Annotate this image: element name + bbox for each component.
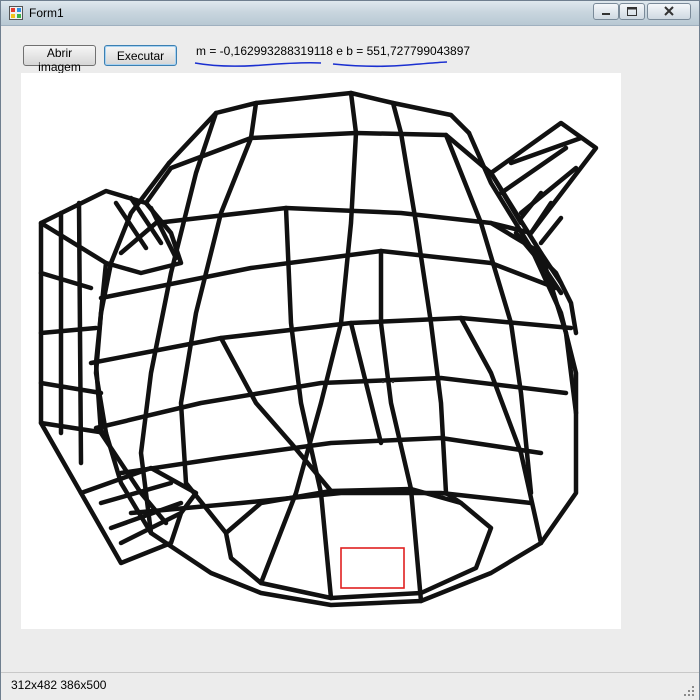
- highlight-rectangle: [340, 547, 405, 589]
- open-image-button[interactable]: Abrir imagem: [23, 45, 96, 74]
- window-title: Form1: [29, 6, 64, 20]
- close-icon: [664, 6, 674, 16]
- app-icon: [9, 6, 23, 20]
- result-label: m = -0,162993288319118 e b = 551,7277990…: [196, 44, 470, 58]
- title-bar[interactable]: Form1: [1, 1, 699, 26]
- status-bar: 312x482 386x500: [1, 672, 699, 700]
- minimize-icon: [602, 13, 610, 15]
- picture-box: [21, 73, 621, 629]
- form-client-area: Abrir imagem Executar m = -0,16299328831…: [5, 27, 695, 671]
- maximize-icon: [627, 7, 637, 16]
- slope-value: m = -0,162993288319118: [196, 44, 333, 58]
- resize-grip-icon[interactable]: [683, 685, 695, 697]
- handwritten-underlines: [194, 61, 448, 68]
- maximize-button[interactable]: [619, 3, 645, 20]
- intercept-value: b = 551,727799043897: [346, 44, 471, 58]
- close-button[interactable]: [647, 3, 691, 20]
- status-text: 312x482 386x500: [11, 678, 107, 692]
- teapot-wireframe: [38, 90, 599, 608]
- execute-button[interactable]: Executar: [104, 45, 177, 66]
- minimize-button[interactable]: [593, 3, 619, 20]
- window: Form1 Abrir imagem Executar m = -0,16299…: [0, 0, 700, 700]
- formula-connector: e: [336, 44, 343, 58]
